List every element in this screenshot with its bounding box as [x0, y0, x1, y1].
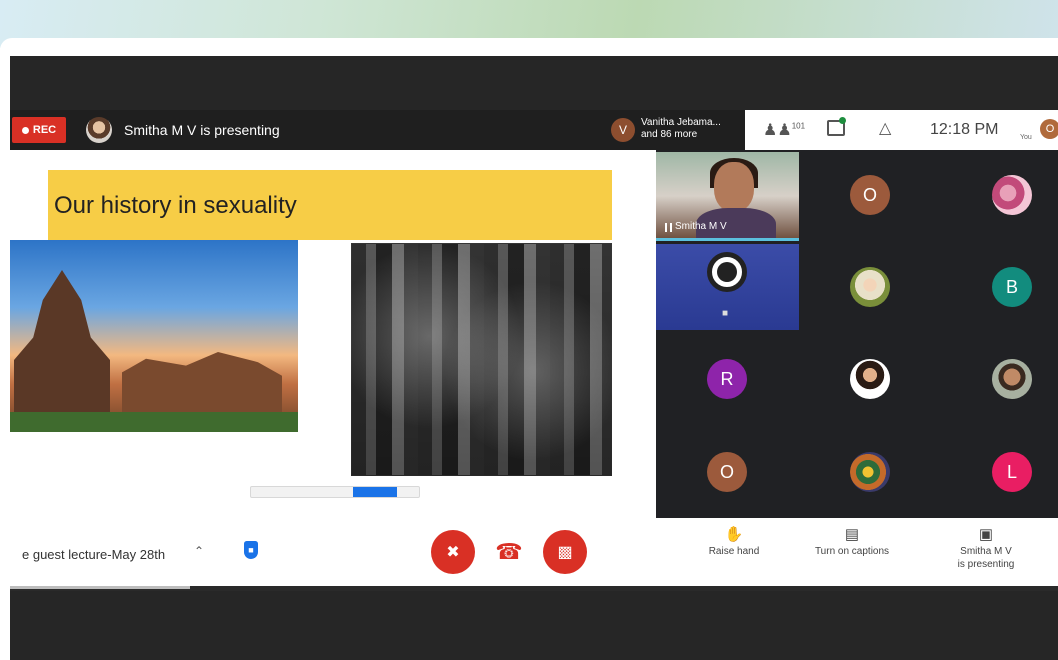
active-speaker-name: Smitha M V: [675, 221, 727, 232]
speaker-face: [714, 162, 754, 212]
presenting-line1: Smitha M V: [960, 546, 1012, 557]
participant-photo[interactable]: [850, 267, 890, 307]
shield-icon[interactable]: ■: [244, 541, 258, 559]
viewer-avatar: V: [611, 118, 635, 142]
audio-level-icon: [665, 223, 672, 232]
meeting-title[interactable]: e guest lecture-May 28th: [22, 547, 165, 562]
presenter-avatar: [86, 117, 112, 143]
decorative-wave: [0, 38, 1058, 50]
record-dot-icon: [21, 126, 29, 134]
participant-avatar[interactable]: L: [992, 452, 1032, 492]
participant-avatar[interactable]: O: [707, 452, 747, 492]
participant-photo[interactable]: [850, 359, 890, 399]
you-label: You: [1020, 134, 1032, 141]
camera-off-icon: ▩: [557, 544, 573, 561]
chat-notification-dot: [839, 117, 846, 124]
letterbox-top: [10, 56, 1058, 110]
participant-avatar[interactable]: B: [992, 267, 1032, 307]
participant-photo[interactable]: [992, 175, 1032, 215]
activities-icon[interactable]: △: [879, 118, 891, 138]
participant-avatar[interactable]: O: [850, 175, 890, 215]
temple-lawn: [10, 412, 298, 432]
temple-tower: [14, 270, 110, 420]
people-icon: ♟♟: [763, 122, 792, 139]
presenting-line2: is presenting: [957, 559, 1015, 570]
mic-off-icon: ✖: [446, 544, 460, 561]
slide-title: Our history in sexuality: [54, 192, 297, 219]
people-button[interactable]: ♟♟101: [763, 120, 805, 140]
camera-off-icon: ■: [722, 308, 729, 319]
chevron-up-icon[interactable]: ⌃: [194, 544, 204, 558]
participant-photo[interactable]: [850, 452, 890, 492]
video-frame: REC Smitha M V is presenting V Vanitha J…: [10, 56, 1058, 660]
raise-hand-label: Raise hand: [708, 546, 760, 557]
people-count: 101: [791, 121, 806, 131]
carving-shading: [351, 243, 612, 476]
mic-off-button[interactable]: ✖: [431, 530, 475, 574]
captions-label: Turn on captions: [814, 546, 890, 557]
end-call-button[interactable]: ☎: [487, 530, 531, 574]
camera-off-button[interactable]: ▩: [543, 530, 587, 574]
obs-logo-center: [717, 262, 737, 282]
stop-sharing-button[interactable]: [353, 487, 397, 497]
participant-avatar[interactable]: R: [707, 359, 747, 399]
hand-icon: ✋: [724, 526, 744, 543]
rec-label: REC: [32, 124, 57, 136]
active-speaker-highlight: [656, 238, 799, 241]
presenting-button[interactable]: ▣ Smitha M V is presenting: [936, 526, 1036, 571]
shared-slide: Our history in sexuality: [10, 150, 656, 518]
meet-controls: ♟♟101 △ 12:18 PM You O: [745, 110, 1058, 150]
horizontal-scrollbar[interactable]: [10, 586, 190, 589]
captions-button[interactable]: ▤ Turn on captions: [800, 526, 904, 558]
end-call-icon: ☎: [495, 539, 523, 564]
present-icon: ▣: [978, 526, 994, 543]
temple-photo: [10, 240, 298, 432]
raise-hand-button[interactable]: ✋ Raise hand: [694, 526, 774, 558]
letterbox-bottom: [10, 591, 1058, 660]
recording-badge: REC: [12, 117, 66, 143]
screen-root: REC Smitha M V is presenting V Vanitha J…: [0, 0, 1058, 660]
temple-ruins: [122, 352, 282, 420]
self-avatar[interactable]: O: [1040, 119, 1058, 139]
viewer-names[interactable]: Vanitha Jebama... and 86 more: [641, 117, 736, 141]
clock-time: 12:18 PM: [930, 121, 999, 138]
presenting-status: Smitha M V is presenting: [124, 122, 280, 138]
captions-icon: ▤: [844, 526, 860, 543]
participant-photo[interactable]: [992, 359, 1032, 399]
